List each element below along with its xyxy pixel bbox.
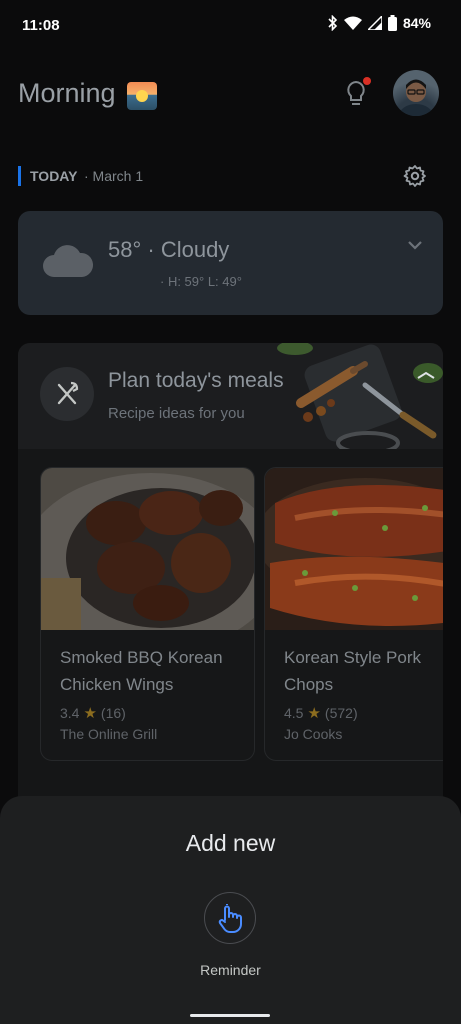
header: Morning (0, 62, 461, 122)
review-count: (16) (100, 705, 126, 721)
today-label: TODAY (30, 168, 78, 184)
chevron-down-icon[interactable] (406, 239, 424, 251)
rating-value: 3.4 (60, 705, 80, 721)
recipe-rating: 3.4 ★ (16) (60, 704, 126, 722)
status-time: 11:08 (22, 17, 60, 34)
wifi-icon (343, 16, 362, 30)
review-count: (572) (324, 705, 358, 721)
recipe-card[interactable]: Smoked BBQ Korean Chicken Wings 3.4 ★ (1… (40, 467, 255, 761)
sunrise-icon (127, 82, 157, 110)
signal-icon (367, 16, 382, 30)
recipe-image (265, 468, 443, 630)
weather-card[interactable]: 58° · Cloudy · H: 59° L: 49° (18, 211, 443, 315)
fork-knife-icon-container (40, 367, 94, 421)
add-new-sheet: Add new Reminder (0, 796, 461, 1024)
reminder-button[interactable] (204, 892, 256, 944)
meals-title: Plan today's meals (108, 369, 284, 392)
gear-icon[interactable] (403, 164, 427, 188)
date-label: · March 1 (84, 168, 144, 184)
status-icons: 84% (328, 15, 431, 31)
meals-header[interactable]: Plan today's meals Recipe ideas for you (18, 343, 443, 449)
star-icon: ★ (83, 705, 97, 722)
avatar[interactable] (393, 70, 439, 116)
recipe-title: Smoked BBQ Korean Chicken Wings (60, 648, 223, 694)
reminder-hand-icon (218, 904, 242, 933)
sheet-title: Add new (185, 830, 276, 856)
status-bar: 11:08 84% (0, 0, 461, 52)
bluetooth-icon (328, 15, 338, 31)
recipe-title: Korean Style Pork Chops (284, 648, 422, 694)
rating-value: 4.5 (284, 705, 304, 721)
meals-card: Plan today's meals Recipe ideas for you (18, 343, 443, 803)
home-indicator[interactable] (190, 1014, 270, 1017)
today-accent-bar (18, 166, 21, 186)
star-icon: ★ (307, 705, 321, 722)
meals-subtitle: Recipe ideas for you (108, 405, 245, 422)
cloud-icon (43, 245, 94, 277)
today-row: TODAY · March 1 (18, 164, 443, 188)
battery-icon (387, 15, 397, 31)
greeting: Morning (18, 78, 116, 108)
recipe-source: Jo Cooks (284, 726, 343, 742)
notification-dot (363, 77, 371, 85)
battery-percent: 84% (402, 15, 431, 31)
weather-high-low: · H: 59° L: 49° (160, 274, 242, 289)
recipe-source: The Online Grill (60, 726, 158, 742)
recipe-rating: 4.5 ★ (572) (284, 704, 358, 722)
fork-knife-icon (57, 381, 79, 405)
recipe-card[interactable]: Korean Style Pork Chops 4.5 ★ (572) Jo C… (264, 467, 443, 761)
reminder-label: Reminder (200, 962, 261, 978)
recipe-image (41, 468, 254, 630)
cutting-board-illustration (277, 343, 443, 449)
weather-summary: 58° · Cloudy (108, 237, 230, 262)
